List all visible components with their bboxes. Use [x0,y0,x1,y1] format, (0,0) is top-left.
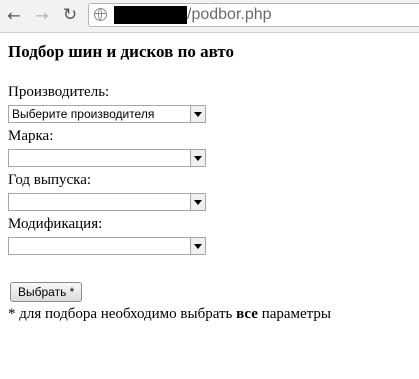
year-select[interactable] [8,193,206,211]
submit-button[interactable]: Выбрать * [10,282,83,302]
modification-select[interactable] [8,237,206,255]
note-bold: все [236,306,258,322]
chevron-down-icon [190,150,205,166]
note-suffix: параметры [257,306,331,322]
brand-label: Марка: [8,128,54,144]
year-label: Год выпуска: [8,172,92,188]
chevron-down-icon [190,238,205,254]
brand-select[interactable] [8,149,206,167]
forward-arrow-icon[interactable]: → [32,5,52,25]
manufacturer-select-value: Выберите производителя [12,107,155,121]
manufacturer-label: Производитель: [8,84,110,100]
modification-label: Модификация: [8,216,103,232]
reload-icon[interactable]: ↻ [60,5,80,25]
url-path: /podbor.php [187,6,272,23]
chevron-down-icon [190,194,205,210]
back-arrow-icon[interactable]: ← [4,5,24,25]
manufacturer-select[interactable]: Выберите производителя [8,105,206,123]
address-bar[interactable]: /podbor.php [88,3,419,27]
page-title: Подбор шин и дисков по авто [8,42,234,61]
browser-toolbar: ← → ↻ /podbor.php [0,0,419,33]
required-note: * для подбора необходимо выбрать все пар… [8,305,331,323]
note-prefix: * для подбора необходимо выбрать [8,306,237,322]
chevron-down-icon [190,106,205,122]
redacted-domain [114,6,187,24]
globe-icon [94,8,107,21]
